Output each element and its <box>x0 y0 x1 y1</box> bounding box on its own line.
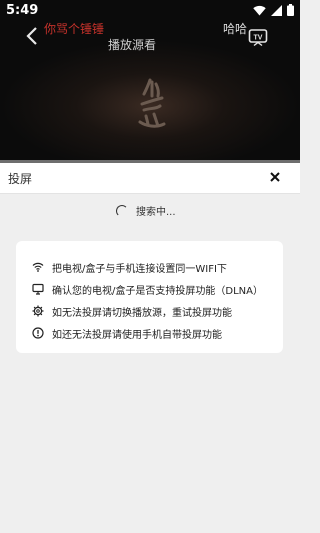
wifi-icon <box>32 261 44 273</box>
status-time: 5:49 <box>6 3 39 18</box>
loading-spinner-icon <box>116 204 128 217</box>
close-button[interactable] <box>266 168 284 186</box>
tip-item: 确认您的电视/盒子是否支持投屏功能（DLNA） <box>32 281 263 297</box>
signal-icon <box>271 4 282 16</box>
tip-item: 如无法投屏请切换播放源，重试投屏功能 <box>32 303 232 319</box>
show-logo-graphic <box>138 78 166 128</box>
sheet-header: 投屏 <box>0 163 300 194</box>
info-icon <box>32 327 44 339</box>
tip-text: 如还无法投屏请使用手机自带投屏功能 <box>52 329 222 341</box>
searching-text: 搜索中... <box>136 207 176 218</box>
tip-item: 如还无法投屏请使用手机自带投屏功能 <box>32 325 222 341</box>
system-icons <box>253 4 294 16</box>
tip-item: 把电视/盒子与手机连接设置同一WIFI下 <box>32 259 227 275</box>
svg-text:TV: TV <box>254 35 263 42</box>
tips-card: 把电视/盒子与手机连接设置同一WIFI下 确认您的电视/盒子是否支持投屏功能（D… <box>16 241 283 353</box>
video-title: 你骂个锤锤 <box>44 22 105 36</box>
tip-text: 确认您的电视/盒子是否支持投屏功能（DLNA） <box>52 285 263 297</box>
close-icon <box>270 172 280 182</box>
status-bar: 5:49 <box>0 0 300 22</box>
wifi-icon <box>253 5 266 15</box>
battery-icon <box>287 4 294 16</box>
chevron-left-icon[interactable] <box>24 26 42 46</box>
tip-text: 如无法投屏请切换播放源，重试投屏功能 <box>52 307 232 319</box>
tip-text: 把电视/盒子与手机连接设置同一WIFI下 <box>52 263 227 275</box>
cast-sheet: 投屏 搜索中... 把电视/盒子与手机连接设置同一WIFI下 确认您的电视/盒子… <box>0 163 300 533</box>
video-player[interactable]: 5:49 你骂个锤锤 播放源看 哈哈 TV <box>0 0 300 160</box>
gear-icon <box>32 305 44 317</box>
sheet-title: 投屏 <box>8 172 33 186</box>
monitor-icon <box>32 283 44 295</box>
source-label: 播放源看 <box>108 38 157 52</box>
searching-indicator: 搜索中... <box>116 203 176 218</box>
right-label: 哈哈 <box>223 22 248 36</box>
tv-cast-icon[interactable]: TV <box>248 27 268 47</box>
